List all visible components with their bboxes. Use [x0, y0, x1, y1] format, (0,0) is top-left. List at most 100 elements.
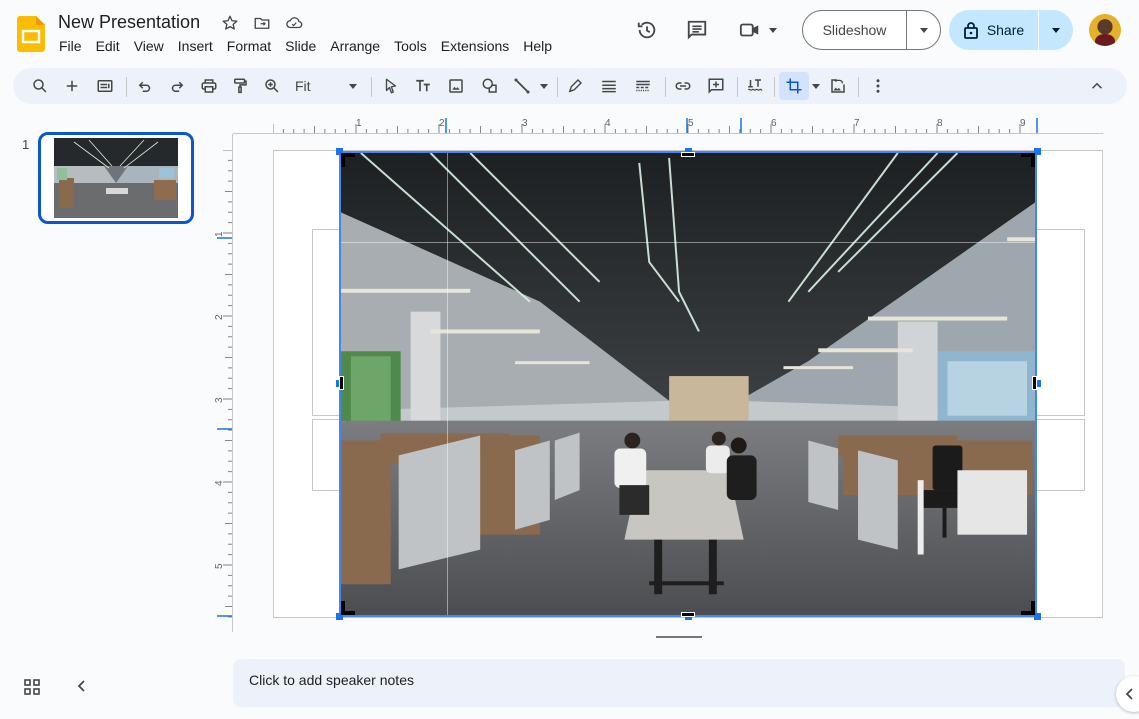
- menu-arrange[interactable]: Arrange: [323, 37, 387, 55]
- crop-handle-bottom-left[interactable]: [341, 601, 355, 615]
- reset-image-icon: [831, 78, 845, 93]
- ruler-label: 6: [771, 118, 777, 129]
- zoom-in-icon: [265, 79, 279, 93]
- horizontal-ruler[interactable]: 1 2 3 4 5 6 7 8 9: [273, 116, 1103, 134]
- slideshow-dropdown-button[interactable]: [907, 11, 940, 49]
- border-weight-icon: [602, 80, 616, 93]
- menu-insert[interactable]: Insert: [171, 37, 220, 55]
- undo-icon: [138, 81, 151, 92]
- notes-resize-handle[interactable]: [656, 636, 702, 638]
- selected-image[interactable]: [339, 151, 1037, 617]
- menu-extensions[interactable]: Extensions: [434, 37, 516, 55]
- crop-handle-top[interactable]: [681, 152, 695, 157]
- redo-icon: [171, 81, 184, 92]
- slide-thumbnail-image: [54, 138, 178, 218]
- share-button[interactable]: Share: [949, 10, 1039, 50]
- undo-button[interactable]: [131, 72, 159, 100]
- slideshow-button[interactable]: Slideshow: [803, 11, 907, 49]
- insert-image-button[interactable]: [442, 72, 470, 100]
- insert-link-button[interactable]: [669, 72, 697, 100]
- ruler-label: 1: [356, 118, 362, 129]
- slideshow-button-group: Slideshow: [802, 10, 941, 50]
- star-icon[interactable]: [219, 12, 241, 34]
- crop-gridline: [447, 153, 448, 615]
- share-dropdown-button[interactable]: [1039, 10, 1073, 50]
- border-dash-button[interactable]: [629, 72, 657, 100]
- border-weight-button[interactable]: [595, 72, 623, 100]
- crop-handle-top-right[interactable]: [1021, 153, 1035, 167]
- crop-handle-right[interactable]: [1032, 376, 1037, 390]
- move-folder-icon[interactable]: [251, 12, 273, 34]
- resize-handle-bottom-right[interactable]: [1034, 613, 1041, 620]
- slides-app: New Presentation File Edit View Insert F…: [0, 0, 1139, 719]
- menu-view[interactable]: View: [127, 37, 171, 55]
- more-options-button[interactable]: [864, 72, 892, 100]
- crop-handle-top-left[interactable]: [341, 153, 355, 167]
- toolbar-separator: [126, 77, 127, 97]
- shape-button[interactable]: [476, 72, 504, 100]
- collapse-filmstrip-button[interactable]: [72, 676, 92, 696]
- cloud-saved-icon[interactable]: [283, 12, 305, 34]
- toolbar-separator: [665, 77, 666, 97]
- redo-button[interactable]: [163, 72, 191, 100]
- crop-icon: [786, 78, 802, 94]
- slides-logo-icon[interactable]: [17, 16, 45, 52]
- plus-icon: [66, 80, 78, 92]
- text-box-button[interactable]: [409, 72, 437, 100]
- menu-bar: File Edit View Insert Format Slide Arran…: [52, 37, 559, 55]
- account-avatar[interactable]: [1089, 14, 1121, 46]
- ruler-label: 4: [215, 480, 225, 486]
- toolbar-separator: [774, 77, 775, 97]
- layout-icon: [97, 80, 113, 92]
- vertical-ruler[interactable]: 1 2 3 4 5: [215, 150, 233, 618]
- collapse-toolbar-button[interactable]: [1083, 72, 1111, 100]
- line-dropdown-icon[interactable]: [540, 84, 548, 89]
- print-button[interactable]: [195, 72, 223, 100]
- ruler-label: 9: [1020, 118, 1026, 129]
- menu-help[interactable]: Help: [516, 37, 559, 55]
- crop-dropdown-icon[interactable]: [812, 84, 820, 89]
- reset-image-button[interactable]: [824, 72, 852, 100]
- paint-format-button[interactable]: [226, 72, 254, 100]
- meet-dropdown-icon: [769, 27, 777, 33]
- border-color-button[interactable]: [561, 72, 589, 100]
- search-menus-button[interactable]: [26, 72, 54, 100]
- resize-handle-top-right[interactable]: [1034, 148, 1041, 155]
- comments-button[interactable]: [679, 12, 715, 48]
- add-comment-icon: [708, 78, 724, 94]
- ruler-label: 4: [605, 118, 611, 129]
- toolbar: Fit: [13, 68, 1127, 104]
- grid-view-icon[interactable]: [24, 679, 40, 695]
- line-icon: [514, 78, 530, 94]
- crop-handle-bottom[interactable]: [681, 612, 695, 617]
- new-slide-button[interactable]: [58, 72, 86, 100]
- menu-format[interactable]: Format: [220, 37, 278, 55]
- select-button[interactable]: [377, 72, 405, 100]
- crop-image-button[interactable]: [779, 72, 809, 100]
- version-history-button[interactable]: [629, 12, 665, 48]
- zoom-button[interactable]: [258, 72, 286, 100]
- menu-file[interactable]: File: [52, 37, 89, 55]
- document-title[interactable]: New Presentation: [58, 12, 200, 33]
- crop-handle-bottom-right[interactable]: [1021, 601, 1035, 615]
- meet-button[interactable]: [733, 12, 783, 48]
- alt-text-icon: [747, 79, 763, 91]
- crop-handle-left[interactable]: [339, 376, 344, 390]
- add-comment-button[interactable]: [702, 72, 730, 100]
- menu-tools[interactable]: Tools: [387, 37, 434, 55]
- zoom-select[interactable]: Fit: [295, 72, 361, 100]
- video-camera-icon: [739, 23, 759, 37]
- toolbar-separator: [737, 77, 738, 97]
- ruler-label: 8: [937, 118, 943, 129]
- alt-text-button[interactable]: [741, 72, 769, 100]
- layout-button[interactable]: [91, 72, 119, 100]
- toolbar-separator: [557, 77, 558, 97]
- line-button[interactable]: [508, 72, 536, 100]
- slide-thumbnail[interactable]: [38, 132, 194, 224]
- ruler-label: 5: [688, 118, 694, 129]
- chevron-up-icon: [1091, 82, 1103, 89]
- share-button-group: Share: [949, 10, 1073, 50]
- menu-edit[interactable]: Edit: [89, 37, 127, 55]
- menu-slide[interactable]: Slide: [278, 37, 323, 55]
- speaker-notes[interactable]: Click to add speaker notes: [233, 659, 1125, 707]
